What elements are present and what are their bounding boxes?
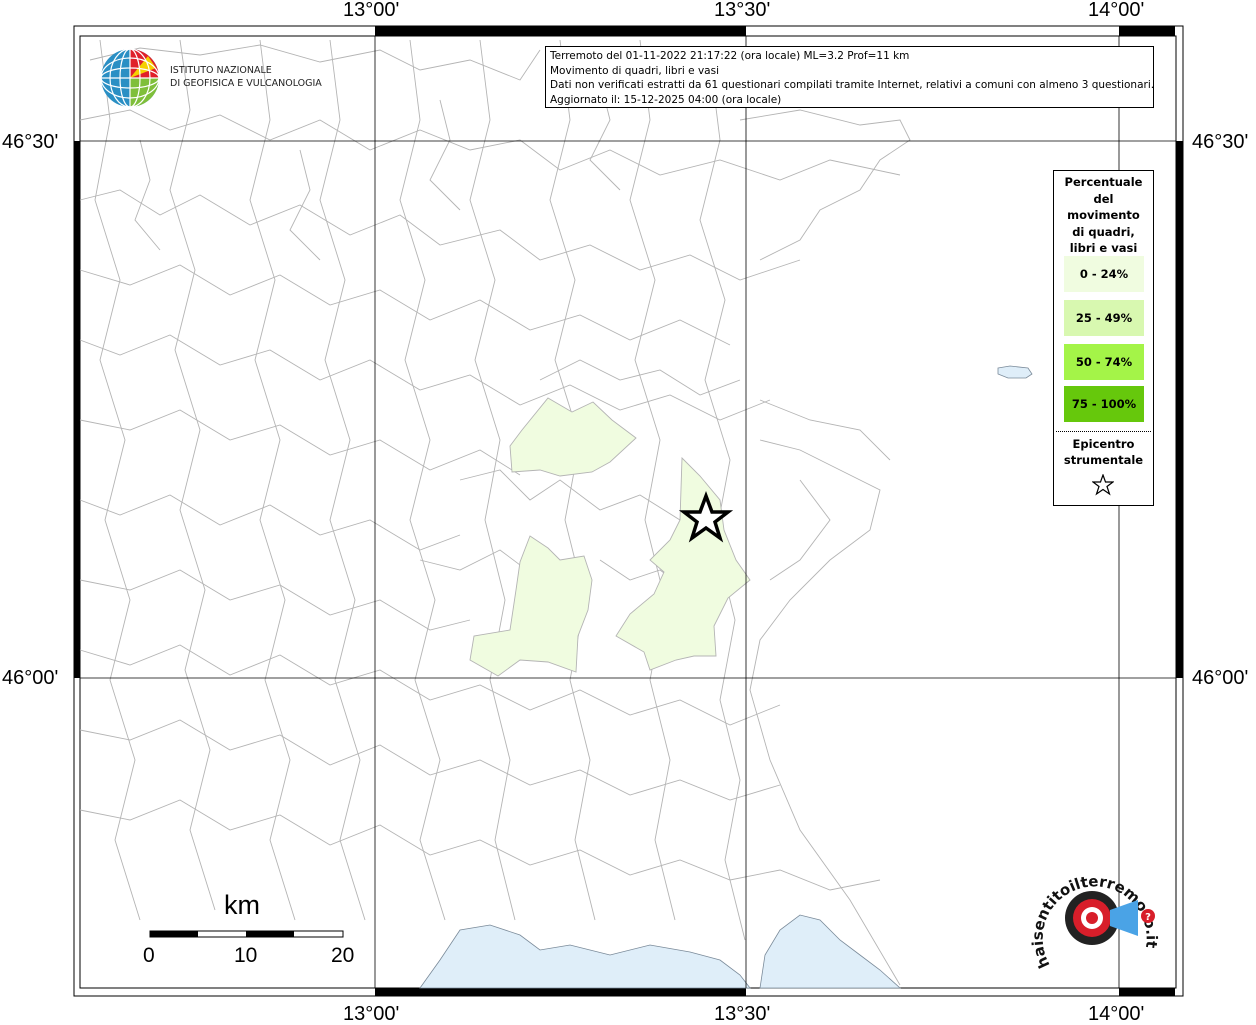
event-info-line1: Terremoto del 01-11-2022 21:17:22 (ora l… <box>550 50 910 62</box>
legend-class-0-24: 0 - 24% <box>1064 256 1144 292</box>
legend-title: Percentuale del movimento di quadri, lib… <box>1064 175 1143 255</box>
legend-class-25-49: 25 - 49% <box>1064 300 1144 336</box>
lon-label-top-1300: 13°00' <box>343 0 400 21</box>
scale-tick-0: 0 <box>143 944 155 967</box>
event-info-box: Terremoto del 01-11-2022 21:17:22 (ora l… <box>545 46 1154 108</box>
lat-label-left-4600: 46°00' <box>2 667 59 689</box>
legend-class-75-100: 75 - 100% <box>1064 386 1144 422</box>
lon-label-top-1330: 13°30' <box>714 0 771 21</box>
ingv-name-line2: DI GEOFISICA E VULCANOLOGIA <box>170 78 322 89</box>
ingv-name-line1: ISTITUTO NAZIONALE <box>170 65 272 76</box>
lon-label-bottom-1330: 13°30' <box>714 1003 771 1025</box>
scale-tick-10: 10 <box>234 944 258 967</box>
lon-label-bottom-1300: 13°00' <box>343 1003 400 1025</box>
svg-text:?: ? <box>1145 912 1151 923</box>
lon-label-top-1400: 14°00' <box>1088 0 1145 21</box>
lon-label-bottom-1400: 14°00' <box>1088 1003 1145 1025</box>
hst-logo: haisentitoilterremoto.it ? <box>1029 860 1170 985</box>
legend-separator <box>1056 431 1151 432</box>
ingv-globe-icon <box>100 48 160 108</box>
scale-tick-20: 20 <box>331 944 355 967</box>
hst-logo-mark: haisentitoilterremoto.it ? <box>1029 872 1161 971</box>
scale-bar <box>149 930 344 938</box>
ingv-name: ISTITUTO NAZIONALE DI GEOFISICA E VULCAN… <box>170 64 322 90</box>
legend-star-icon <box>1092 474 1114 496</box>
lat-label-left-4630: 46°30' <box>2 131 59 153</box>
ingv-logo: ISTITUTO NAZIONALE DI GEOFISICA E VULCAN… <box>100 48 330 110</box>
legend-class-50-74: 50 - 74% <box>1064 344 1144 380</box>
legend: Percentuale del movimento di quadri, lib… <box>1053 170 1154 506</box>
lat-label-right-4600: 46°00' <box>1192 667 1249 689</box>
legend-epicenter-label: Epicentro strumentale <box>1063 437 1144 467</box>
event-info-line3: Dati non verificati estratti da 61 quest… <box>550 79 1155 91</box>
map-area <box>79 35 1177 989</box>
lat-label-right-4630: 46°30' <box>1192 131 1249 153</box>
event-info-line4: Aggiornato il: 15-12-2025 04:00 (ora loc… <box>550 93 782 106</box>
scale-title: km <box>224 890 260 920</box>
event-info-line2: Movimento di quadri, libri e vasi <box>550 64 719 77</box>
